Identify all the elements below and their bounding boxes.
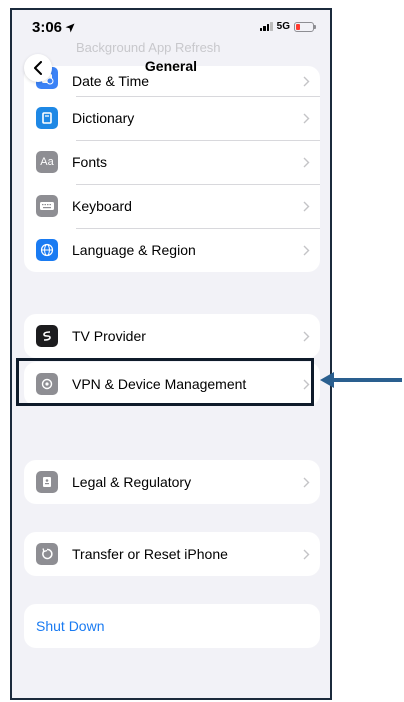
row-label: Dictionary	[72, 110, 135, 126]
row-label: Transfer or Reset iPhone	[72, 546, 228, 562]
page-title: General	[144, 58, 198, 74]
chevron-right-icon	[303, 245, 310, 255]
settings-group-5: Transfer or Reset iPhone	[24, 532, 320, 576]
status-time: 3:06	[32, 19, 75, 36]
book-icon	[36, 107, 58, 129]
row-transfer-reset[interactable]: Transfer or Reset iPhone	[24, 532, 320, 576]
settings-group-6: Shut Down	[24, 604, 320, 648]
phone-screen: 3:06 5G Background App Refresh General D…	[10, 8, 332, 700]
chevron-right-icon	[303, 113, 310, 123]
keyboard-icon	[36, 195, 58, 217]
globe-icon	[36, 239, 58, 261]
network-type: 5G	[276, 21, 290, 32]
chevron-right-icon	[303, 201, 310, 211]
status-bar: 3:06 5G	[12, 10, 330, 46]
tv-provider-icon	[36, 325, 58, 347]
location-arrow-icon	[65, 23, 75, 33]
row-dictionary[interactable]: Dictionary	[24, 96, 320, 140]
signal-icon	[259, 22, 273, 31]
row-label: Language & Region	[72, 242, 196, 258]
row-tv-provider[interactable]: TV Provider	[24, 314, 320, 358]
shut-down-label: Shut Down	[36, 618, 105, 634]
row-fonts[interactable]: Aa Fonts	[24, 140, 320, 184]
battery-icon	[294, 21, 316, 32]
arrow-left-icon	[320, 372, 402, 388]
row-keyboard[interactable]: Keyboard	[24, 184, 320, 228]
status-indicators: 5G	[259, 21, 316, 32]
row-label: Fonts	[72, 154, 108, 170]
chevron-right-icon	[303, 157, 310, 167]
settings-group-1: Date & Time Dictionary Aa Fonts Keyboard	[24, 66, 320, 272]
settings-group-4: Legal & Regulatory	[24, 460, 320, 504]
row-label: Legal & Regulatory	[72, 474, 192, 490]
row-label: Keyboard	[72, 198, 132, 214]
settings-group-2: TV Provider	[24, 314, 320, 358]
reset-icon	[36, 543, 58, 565]
row-legal-regulatory[interactable]: Legal & Regulatory	[24, 460, 320, 504]
shut-down-button[interactable]: Shut Down	[24, 604, 320, 648]
legal-icon	[36, 471, 58, 493]
navigation-bar: General	[12, 54, 330, 84]
chevron-right-icon	[303, 331, 310, 341]
chevron-right-icon	[303, 549, 310, 559]
row-language-region[interactable]: Language & Region	[24, 228, 320, 272]
font-icon: Aa	[36, 151, 58, 173]
highlight-box	[16, 358, 314, 406]
row-label: TV Provider	[72, 328, 146, 344]
chevron-right-icon	[303, 477, 310, 487]
